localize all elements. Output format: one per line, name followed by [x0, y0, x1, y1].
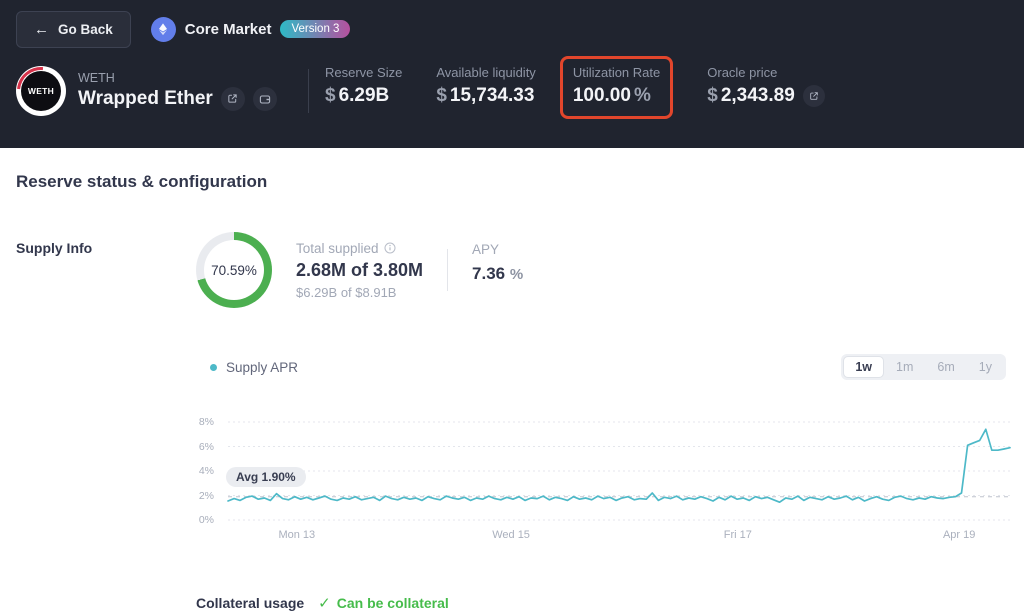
- stat-available-liquidity: Available liquidity $15,734.33: [436, 65, 536, 107]
- time-range-selector: 1w 1m 6m 1y: [841, 354, 1006, 380]
- range-button-1w[interactable]: 1w: [843, 356, 884, 378]
- range-button-1y[interactable]: 1y: [967, 356, 1004, 378]
- apy-value: 7.36: [472, 264, 505, 283]
- supply-apr-chart[interactable]: [228, 422, 1010, 522]
- collateral-status-text: Can be collateral: [337, 595, 449, 611]
- supplied-amount: 2.68M of 3.80M: [296, 260, 423, 281]
- arrow-left-icon: ←: [34, 22, 49, 37]
- market-header: ← Go Back Core Market Version 3 WETH WET…: [0, 0, 1024, 148]
- supplied-usd: $6.29B of $8.91B: [296, 285, 423, 300]
- market-name: Core Market: [185, 21, 272, 38]
- asset-identity: WETH WETH Wrapped Ether: [16, 66, 306, 116]
- avg-apr-badge: Avg 1.90%: [226, 467, 306, 487]
- x-axis-tick: Mon 13: [262, 529, 332, 541]
- y-axis-tick: 4%: [196, 465, 214, 477]
- stat-oracle-price: Oracle price $2,343.89: [707, 65, 825, 107]
- section-title: Reserve status & configuration: [16, 172, 1024, 192]
- external-link-icon[interactable]: [221, 87, 245, 111]
- check-icon: ✓: [318, 594, 331, 612]
- currency-symbol: $: [707, 85, 718, 107]
- stat-label: Oracle price: [707, 65, 825, 80]
- total-supplied-block: Total supplied 2.68M of 3.80M $6.29B of …: [296, 241, 423, 300]
- y-axis-tick: 6%: [196, 441, 214, 453]
- asset-name: Wrapped Ether: [78, 88, 213, 110]
- weth-logo: WETH: [16, 66, 66, 116]
- header-top-row: ← Go Back Core Market Version 3: [0, 0, 1024, 48]
- collateral-usage-label: Collateral usage: [196, 595, 304, 611]
- currency-symbol: $: [325, 85, 336, 107]
- supply-apr-chart-area: 8% 6% 4% 2% 0% Avg 1.90% Mon 13 Wed 15 Fri…: [196, 416, 1014, 548]
- apy-divider: [447, 249, 448, 291]
- version-badge: Version 3: [280, 20, 350, 38]
- supply-gauge-percent: 70.59%: [204, 240, 264, 300]
- stat-value: 6.29B: [339, 85, 390, 107]
- collateral-usage-row: Collateral usage ✓ Can be collateral: [196, 594, 1024, 612]
- ethereum-icon: [151, 17, 176, 42]
- go-back-button[interactable]: ← Go Back: [16, 11, 131, 48]
- percent-symbol: %: [634, 85, 651, 107]
- currency-symbol: $: [436, 85, 447, 107]
- asset-stats-row: WETH WETH Wrapped Ether: [0, 48, 1024, 119]
- y-axis-tick: 2%: [196, 490, 214, 502]
- legend-label: Supply APR: [226, 360, 298, 375]
- info-icon[interactable]: [384, 242, 396, 254]
- chart-legend: Supply APR: [210, 360, 298, 375]
- asset-symbol: WETH: [78, 71, 277, 85]
- weth-logo-text: WETH: [21, 71, 61, 111]
- stat-value: 15,734.33: [450, 85, 535, 107]
- range-button-1m[interactable]: 1m: [884, 356, 925, 378]
- wallet-icon[interactable]: [253, 87, 277, 111]
- x-axis-tick: Fri 17: [703, 529, 773, 541]
- supply-gauge: 70.59%: [196, 232, 272, 308]
- supply-info-label: Supply Info: [0, 232, 196, 308]
- chart-header: Supply APR 1w 1m 6m 1y: [210, 354, 1006, 380]
- stat-value: 2,343.89: [721, 85, 795, 107]
- supply-info-row: Supply Info 70.59% Total supplied 2.68M …: [0, 232, 1024, 308]
- range-button-6m[interactable]: 6m: [925, 356, 966, 378]
- x-axis-tick: Apr 19: [924, 529, 994, 541]
- x-axis-tick: Wed 15: [476, 529, 546, 541]
- stat-label: Available liquidity: [436, 65, 536, 80]
- stat-label: Reserve Size: [325, 65, 402, 80]
- apy-label: APY: [472, 242, 523, 257]
- market-selector[interactable]: Core Market Version 3: [151, 17, 351, 42]
- apy-block: APY 7.36 %: [472, 242, 523, 298]
- go-back-label: Go Back: [58, 22, 113, 37]
- reserve-stats: Reserve Size $6.29B Available liquidity …: [325, 62, 825, 119]
- stat-label: Utilization Rate: [573, 65, 660, 80]
- total-supplied-label: Total supplied: [296, 241, 379, 256]
- stat-value: 100.00: [573, 85, 631, 107]
- y-axis-tick: 8%: [196, 416, 214, 428]
- stat-reserve-size: Reserve Size $6.29B: [325, 65, 402, 107]
- percent-symbol: %: [510, 266, 523, 283]
- stat-utilization-rate-annotation-box: Utilization Rate 100.00%: [560, 56, 673, 119]
- reserve-config-panel: Reserve status & configuration Supply In…: [0, 172, 1024, 612]
- oracle-external-link-icon[interactable]: [803, 85, 825, 107]
- collateral-status: ✓ Can be collateral: [318, 594, 449, 612]
- header-divider: [308, 69, 309, 113]
- legend-dot-icon: [210, 364, 217, 371]
- y-axis-tick: 0%: [196, 514, 214, 526]
